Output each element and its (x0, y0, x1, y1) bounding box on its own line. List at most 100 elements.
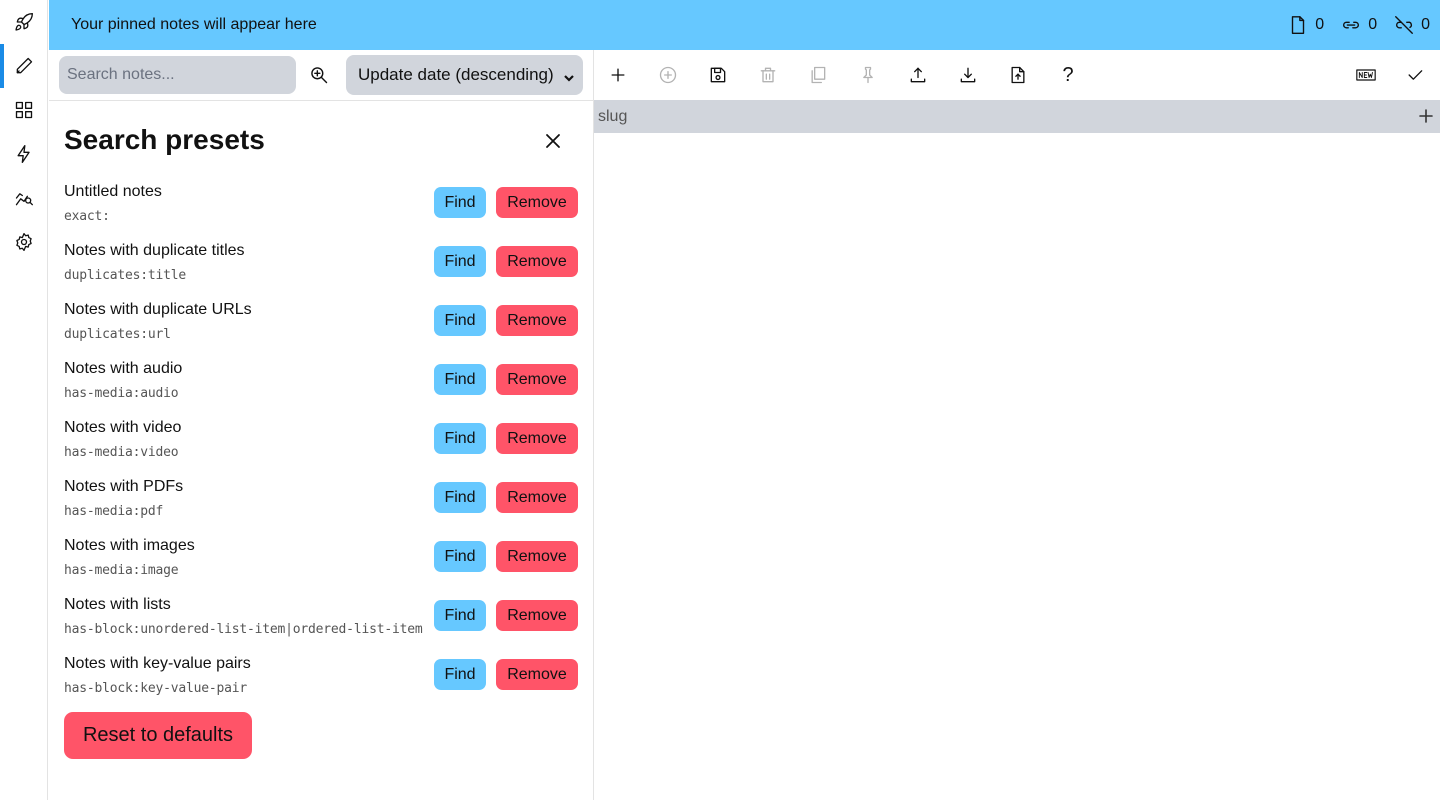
preset-item: Notes with lists has-block:unordered-lis… (64, 592, 579, 651)
help-button[interactable]: ? (1056, 63, 1080, 87)
preset-item: Notes with duplicate URLs duplicates:url… (64, 297, 579, 356)
presets-title: Search presets (64, 124, 265, 155)
pin-icon (863, 66, 873, 84)
preset-remove-button[interactable]: Remove (496, 187, 578, 218)
preset-item: Notes with PDFs has-media:pdf Find Remov… (64, 474, 579, 533)
preset-query: has-block:key-value-pair (64, 681, 248, 696)
link-icon (1343, 21, 1360, 29)
preset-item: Notes with audio has-media:audio Find Re… (64, 356, 579, 415)
preset-name: Notes with duplicate titles (64, 242, 245, 259)
add-alias-button[interactable] (1418, 108, 1434, 124)
preset-find-button[interactable]: Find (434, 423, 486, 454)
link-off-icon (1395, 16, 1414, 34)
preset-list: Untitled notes exact: Find Remove Notes … (64, 179, 579, 710)
preset-query: duplicates:url (64, 327, 171, 342)
export-note-button[interactable] (906, 63, 930, 87)
preset-name: Notes with lists (64, 596, 171, 613)
preset-remove-button[interactable]: Remove (496, 305, 578, 336)
preset-query: has-media:audio (64, 386, 179, 401)
preset-query: has-media:video (64, 445, 179, 460)
preset-find-button[interactable]: Find (434, 187, 486, 218)
note-editor: ? slug (594, 50, 1440, 800)
stat-notes-count[interactable]: 0 (1287, 14, 1324, 36)
stat-notes-value: 0 (1315, 16, 1325, 33)
preset-remove-button[interactable]: Remove (496, 659, 578, 690)
new-note-badge-button[interactable] (1353, 63, 1379, 87)
slug-label: slug (598, 108, 628, 125)
stat-orphans-count[interactable]: 0 (1393, 14, 1430, 36)
pencil-icon (16, 57, 33, 74)
preset-name: Untitled notes (64, 183, 162, 200)
notes-panel: Update date (descending) Search presets … (49, 50, 594, 800)
upload-file-button[interactable] (1006, 63, 1030, 87)
preset-find-button[interactable]: Find (434, 541, 486, 572)
check-icon (1408, 70, 1423, 80)
graph-stats: 0 0 0 (1287, 0, 1430, 50)
preset-item: Notes with key-value pairs has-block:key… (64, 651, 579, 710)
new-badge-icon (1356, 69, 1376, 81)
preset-query: has-media:image (64, 563, 179, 578)
sort-select-value: Update date (descending) (358, 65, 554, 84)
sidebar-item-settings[interactable] (0, 220, 48, 264)
rocket-icon (15, 12, 33, 31)
sidebar-item-list[interactable] (0, 88, 48, 132)
graph-search-icon (15, 193, 33, 206)
sidebar-item-actions[interactable] (0, 132, 48, 176)
sidebar-item-graph[interactable] (0, 176, 48, 220)
zoom-in-icon (311, 67, 328, 84)
preset-name: Notes with images (64, 537, 195, 554)
preset-find-button[interactable]: Find (434, 305, 486, 336)
confirm-button[interactable] (1403, 63, 1427, 87)
sidebar-rail (0, 0, 48, 800)
reset-to-defaults-button[interactable]: Reset to defaults (64, 712, 252, 759)
preset-name: Notes with PDFs (64, 478, 184, 495)
preset-remove-button[interactable]: Remove (496, 482, 578, 513)
trash-icon (760, 67, 776, 83)
preset-query: has-block:unordered-list-item|ordered-li… (64, 622, 423, 637)
preset-find-button[interactable]: Find (434, 659, 486, 690)
preset-item: Untitled notes exact: Find Remove (64, 179, 579, 238)
save-note-button[interactable] (706, 63, 730, 87)
preset-item: Notes with images has-media:image Find R… (64, 533, 579, 592)
preset-remove-button[interactable]: Remove (496, 364, 578, 395)
slug-bar[interactable]: slug (594, 100, 1440, 133)
upload-icon (910, 67, 926, 83)
gear-icon (16, 233, 32, 251)
duplicate-icon (811, 66, 826, 84)
chevron-down-icon (563, 69, 575, 82)
pin-note-button[interactable] (856, 63, 880, 87)
editor-toolbar: ? (594, 50, 1440, 100)
lightning-icon (17, 145, 30, 163)
sort-select[interactable]: Update date (descending) (346, 55, 583, 95)
pinned-notes-message: Your pinned notes will appear here (71, 16, 317, 33)
preset-find-button[interactable]: Find (434, 246, 486, 277)
add-to-graph-button[interactable] (656, 63, 680, 87)
close-icon (546, 134, 560, 148)
preset-query: duplicates:title (64, 268, 187, 283)
preset-find-button[interactable]: Find (434, 364, 486, 395)
download-note-button[interactable] (956, 63, 980, 87)
sidebar-item-launch[interactable] (0, 0, 48, 44)
search-presets-button[interactable] (307, 63, 331, 87)
preset-remove-button[interactable]: Remove (496, 600, 578, 631)
save-icon (710, 67, 726, 83)
plus-icon (611, 68, 625, 82)
preset-name: Notes with audio (64, 360, 183, 377)
close-presets-button[interactable] (543, 131, 563, 151)
app: Your pinned notes will appear here 0 0 0 (0, 0, 1440, 800)
plus-icon (1419, 109, 1433, 123)
stat-links-count[interactable]: 0 (1340, 14, 1377, 36)
preset-remove-button[interactable]: Remove (496, 541, 578, 572)
help-icon: ? (1062, 63, 1074, 86)
file-icon (1292, 16, 1305, 34)
stat-orphans-value: 0 (1421, 16, 1430, 33)
new-note-button[interactable] (606, 63, 630, 87)
duplicate-note-button[interactable] (806, 63, 830, 87)
preset-remove-button[interactable]: Remove (496, 423, 578, 454)
sidebar-item-editor[interactable] (0, 44, 48, 88)
preset-remove-button[interactable]: Remove (496, 246, 578, 277)
preset-find-button[interactable]: Find (434, 600, 486, 631)
preset-find-button[interactable]: Find (434, 482, 486, 513)
delete-note-button[interactable] (756, 63, 780, 87)
search-input[interactable] (59, 56, 296, 94)
